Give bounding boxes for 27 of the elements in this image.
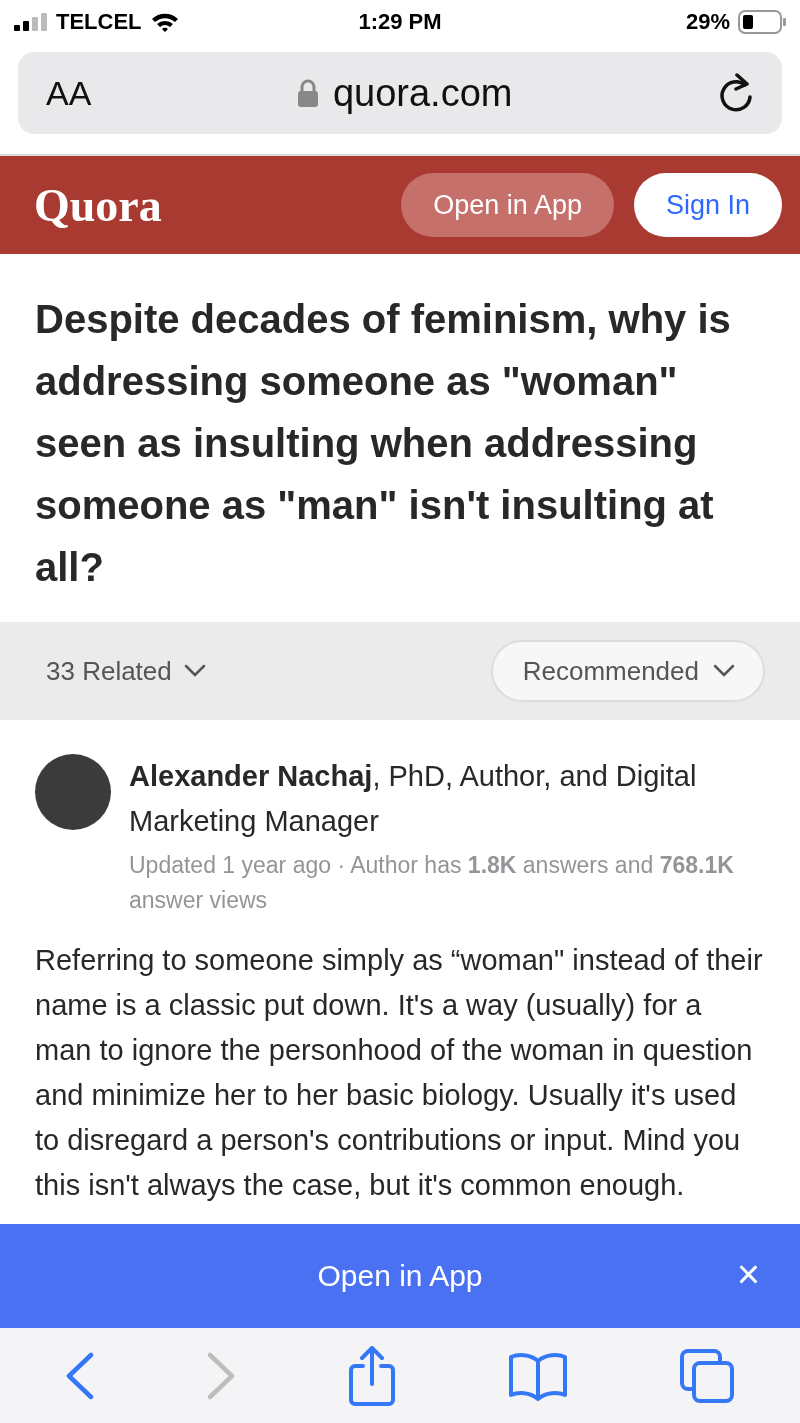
answer-meta: Updated 1 year ago · Author has 1.8K answers and 768.1K answer views: [129, 851, 735, 915]
sort-dropdown[interactable]: Recommended: [490, 640, 765, 702]
url-text: quora.com: [332, 71, 513, 115]
battery-icon: [738, 10, 786, 34]
reload-icon[interactable]: [718, 73, 754, 113]
open-in-app-button[interactable]: Open in App: [401, 173, 614, 237]
battery-percent: 29%: [685, 9, 730, 35]
address-bar[interactable]: AA quora.com: [18, 52, 782, 134]
question-title: Despite decades of feminism, why is addressing someone as "woman" seen as insulting when addressing someone as "man" isn't insulting at all?: [34, 296, 732, 591]
tabs-icon[interactable]: [678, 1347, 735, 1404]
share-icon[interactable]: [347, 1345, 397, 1406]
text-size-button[interactable]: AA: [46, 73, 92, 113]
answer-text: Referring to someone simply as “woman" instead of their name is a classic put down. It's a way (usually) for a man to ignore the personhood of the woman in question and minimize her to her basic biology. Usually it's used to disregard a person's contributions or input. Mind you this isn't always the case, but it's common enough.: [34, 943, 764, 1203]
sign-in-button[interactable]: Sign In: [633, 173, 782, 237]
book-icon[interactable]: [507, 1350, 568, 1401]
back-icon[interactable]: [65, 1351, 96, 1400]
clock-time: 1:29 PM: [358, 9, 442, 35]
related-dropdown[interactable]: 33 Related: [46, 655, 206, 687]
signal-icon: [14, 13, 48, 31]
open-in-app-link[interactable]: Open in App: [311, 1258, 489, 1294]
carrier-name: TELCEL: [56, 9, 142, 35]
close-button[interactable]: ×: [736, 1254, 760, 1294]
site-logo[interactable]: Quora: [34, 178, 382, 232]
author-credential: Alexander Nachaj, PhD, Author, and Digital Marketing Manager: [129, 759, 698, 839]
lock-icon: [296, 79, 319, 107]
chevron-icon: [713, 664, 735, 678]
chevron-icon: [183, 664, 206, 678]
